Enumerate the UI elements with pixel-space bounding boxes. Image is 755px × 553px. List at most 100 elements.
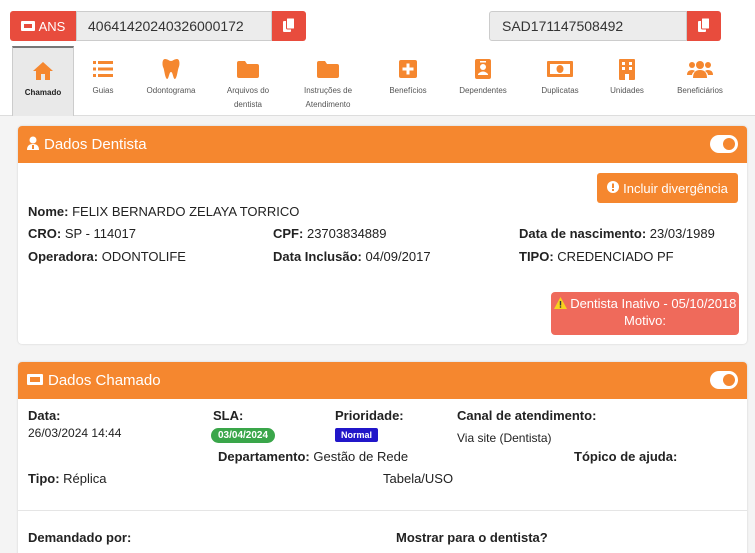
ticket-icon bbox=[20, 19, 35, 34]
topico-label: Tópico de ajuda: bbox=[574, 449, 678, 464]
ticket-icon bbox=[27, 372, 43, 389]
tab-label: Guias bbox=[92, 86, 114, 95]
tab-label: Instruções de Atendimento bbox=[303, 86, 353, 109]
copy-sad-button[interactable] bbox=[687, 11, 721, 41]
dentista-card: Dados Dentista Incluir divergência Nome:… bbox=[18, 126, 747, 344]
operadora-value: ODONTOLIFE bbox=[101, 249, 186, 264]
id-badge-icon bbox=[475, 57, 491, 81]
folder-icon bbox=[237, 57, 259, 81]
canal-label: Canal de atendimento: bbox=[457, 408, 596, 423]
tipo-chamado-label: Tipo: bbox=[28, 471, 60, 486]
mostrar-label: Mostrar para o dentista? bbox=[396, 530, 548, 545]
departamento-field: Departamento: Gestão de Rede bbox=[218, 449, 408, 464]
tab-label: Beneficiários bbox=[677, 86, 723, 95]
folder-icon bbox=[317, 57, 339, 81]
ans-field[interactable]: 40641420240326000172 bbox=[76, 11, 272, 41]
tab-unidades[interactable]: Unidades bbox=[602, 46, 652, 116]
tipo-chamado-value: Réplica bbox=[63, 471, 107, 486]
tipo-field: TIPO: CREDENCIADO PF bbox=[519, 249, 674, 264]
tab-beneficios[interactable]: Benefícios bbox=[382, 46, 434, 116]
tab-chamado[interactable]: Chamado bbox=[12, 46, 74, 116]
cpf-label: CPF: bbox=[273, 226, 304, 241]
cro-value: SP - 114017 bbox=[64, 226, 136, 241]
tabela-value: Tabela/USO bbox=[383, 471, 454, 486]
demandado-label: Demandado por: bbox=[28, 530, 132, 545]
plus-square-icon bbox=[399, 57, 417, 81]
user-doctor-icon bbox=[27, 136, 39, 154]
departamento-value: Gestão de Rede bbox=[313, 449, 409, 464]
building-icon bbox=[619, 57, 635, 81]
departamento-label: Departamento: bbox=[218, 449, 310, 464]
nascimento-label: Data de nascimento: bbox=[519, 226, 647, 241]
ans-label-text: ANS bbox=[38, 18, 66, 34]
tab-label: Duplicatas bbox=[541, 86, 579, 95]
copy-ans-button[interactable] bbox=[272, 11, 306, 41]
prioridade-badge: Normal bbox=[335, 428, 379, 442]
cro-field: CRO: SP - 114017 bbox=[28, 226, 136, 241]
sla-label: SLA: bbox=[213, 408, 243, 423]
canal-value: Via site (Dentista) bbox=[457, 431, 552, 445]
sla-label-text: SLA: bbox=[213, 408, 244, 423]
money-bill-icon bbox=[547, 57, 573, 81]
dentista-card-title: Dados Dentista bbox=[44, 136, 147, 153]
data-label: Data: bbox=[28, 408, 61, 423]
sla-value: 03/04/2024 bbox=[211, 426, 276, 443]
tab-label: Chamado bbox=[24, 88, 62, 97]
tab-bar: Chamado Guias Odontograma Arquivos do de… bbox=[0, 46, 755, 116]
nome-label: Nome: bbox=[28, 204, 69, 219]
incluir-divergencia-label: Incluir divergência bbox=[623, 180, 728, 196]
chamado-card-header: Dados Chamado bbox=[18, 362, 747, 399]
tab-label: Benefícios bbox=[389, 86, 427, 95]
ans-label: ANS bbox=[10, 11, 76, 41]
tipo-value: CREDENCIADO PF bbox=[557, 249, 674, 264]
inclusao-value: 04/09/2017 bbox=[365, 249, 431, 264]
chamado-toggle[interactable] bbox=[710, 371, 738, 389]
data-label-text: Data: bbox=[28, 408, 61, 423]
home-icon bbox=[32, 59, 54, 83]
cro-label: CRO: bbox=[28, 226, 62, 241]
operadora-field: Operadora: ODONTOLIFE bbox=[28, 249, 186, 264]
alert-line-1: Dentista Inativo - 05/10/2018 bbox=[551, 296, 739, 313]
tab-guias[interactable]: Guias bbox=[80, 46, 126, 116]
cpf-value: 23703834889 bbox=[306, 226, 387, 241]
operadora-label: Operadora: bbox=[28, 249, 99, 264]
dentista-inativo-alert: Dentista Inativo - 05/10/2018 Motivo: bbox=[551, 292, 739, 335]
tipo-chamado-field: Tipo: Réplica bbox=[28, 471, 107, 486]
tab-label: Odontograma bbox=[146, 86, 196, 95]
tipo-label: TIPO: bbox=[519, 249, 554, 264]
users-icon bbox=[687, 57, 713, 81]
tab-odontograma[interactable]: Odontograma bbox=[136, 46, 206, 116]
cpf-field: CPF: 23703834889 bbox=[273, 226, 387, 241]
nascimento-field: Data de nascimento: 23/03/1989 bbox=[519, 226, 715, 241]
dentista-card-header: Dados Dentista bbox=[18, 126, 747, 163]
list-icon bbox=[93, 57, 113, 81]
demandado-field: Demandado por: bbox=[28, 530, 131, 545]
sad-field[interactable]: SAD171147508492 bbox=[489, 11, 687, 41]
nome-field: Nome: FELIX BERNARDO ZELAYA TORRICO bbox=[28, 204, 299, 219]
tab-label: Unidades bbox=[610, 86, 644, 95]
copy-icon bbox=[283, 17, 295, 35]
tab-dependentes[interactable]: Dependentes bbox=[452, 46, 514, 116]
mostrar-field: Mostrar para o dentista? bbox=[396, 530, 548, 545]
tab-label: Arquivos do dentista bbox=[226, 86, 270, 109]
tab-arquivos[interactable]: Arquivos do dentista bbox=[216, 46, 280, 116]
sla-badge: 03/04/2024 bbox=[211, 428, 276, 443]
prioridade-value: Normal bbox=[335, 426, 379, 442]
alert-inativo-text: Dentista Inativo - 05/10/2018 bbox=[570, 296, 737, 311]
copy-icon bbox=[698, 17, 710, 35]
tab-duplicatas[interactable]: Duplicatas bbox=[532, 46, 588, 116]
nome-value: FELIX BERNARDO ZELAYA TORRICO bbox=[72, 204, 300, 219]
chamado-card: Dados Chamado Data: 26/03/2024 14:44 SLA… bbox=[18, 362, 747, 553]
incluir-divergencia-button[interactable]: Incluir divergência bbox=[597, 173, 738, 203]
topico-field: Tópico de ajuda: bbox=[574, 449, 677, 464]
dentista-toggle[interactable] bbox=[710, 135, 738, 153]
prioridade-label: Prioridade: bbox=[335, 408, 404, 423]
canal-label-text: Canal de atendimento: bbox=[457, 408, 597, 423]
tab-instrucoes[interactable]: Instruções de Atendimento bbox=[292, 46, 364, 116]
tab-label: Dependentes bbox=[459, 86, 507, 95]
warning-icon bbox=[553, 297, 567, 313]
chamado-card-title: Dados Chamado bbox=[48, 372, 161, 389]
alert-motivo-text: Motivo: bbox=[624, 313, 666, 328]
tab-beneficiarios[interactable]: Beneficiários bbox=[668, 46, 732, 116]
top-bar: ANS 40641420240326000172 SAD171147508492 bbox=[0, 0, 755, 46]
